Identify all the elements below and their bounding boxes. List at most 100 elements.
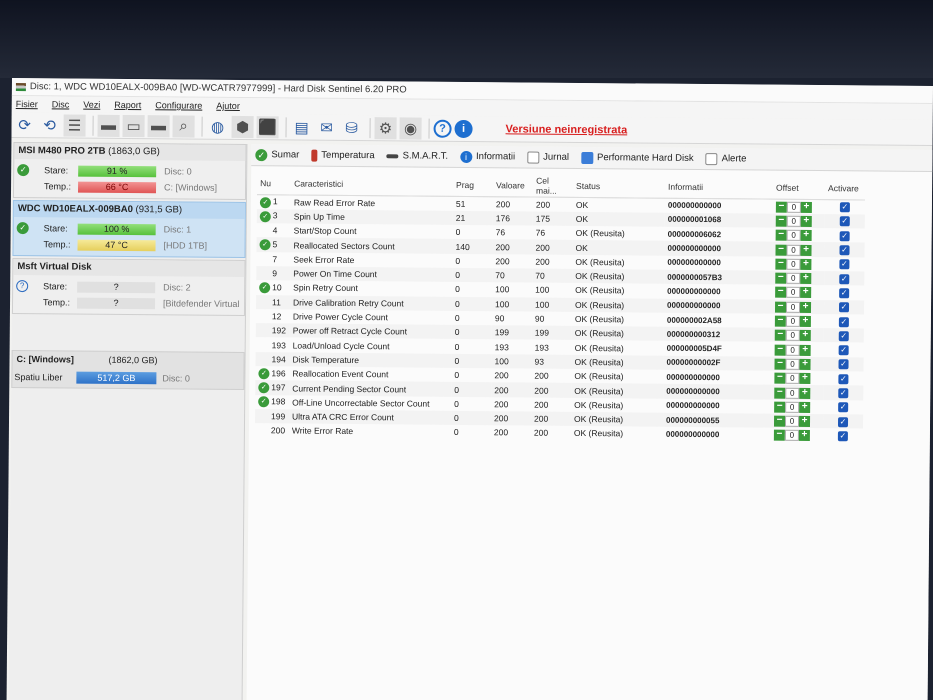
minus-button[interactable]: − [774, 358, 786, 370]
col-offset[interactable]: Offset [772, 176, 826, 200]
col-valoare[interactable]: Valoare [492, 174, 534, 198]
activare-checkbox[interactable]: ✓ [839, 202, 850, 213]
offset-value[interactable]: 0 [786, 230, 801, 242]
tab-smart[interactable]: S.M.A.R.T. [386, 150, 448, 162]
globe-icon[interactable]: ◍ [206, 115, 228, 137]
activare-checkbox[interactable]: ✓ [839, 273, 850, 284]
minus-button[interactable]: − [775, 243, 787, 256]
mail-icon[interactable]: ✉ [315, 116, 337, 138]
menu-raport[interactable]: Raport [114, 100, 141, 110]
offset-value[interactable]: 0 [786, 272, 801, 285]
activare-checkbox[interactable]: ✓ [839, 259, 850, 270]
tab-sumar[interactable]: ✓ Sumar [255, 148, 299, 161]
col-cel-mai[interactable]: Cel mai... [532, 174, 574, 198]
offset-value[interactable]: 0 [785, 315, 800, 327]
offset-value[interactable]: 0 [784, 415, 800, 427]
plus-button[interactable]: + [798, 429, 810, 442]
activare-checkbox[interactable]: ✓ [839, 230, 850, 242]
minus-button[interactable]: − [775, 286, 787, 299]
refresh-icon[interactable]: ⟳ [13, 114, 35, 136]
menu-ajutor[interactable]: Ajutor [216, 101, 240, 111]
col-prag[interactable]: Prag [452, 173, 494, 197]
plus-button[interactable]: + [799, 358, 811, 370]
col-status[interactable]: Status [572, 174, 666, 199]
plus-button[interactable]: + [800, 201, 812, 213]
activare-checkbox[interactable]: ✓ [839, 216, 850, 227]
minus-button[interactable]: − [774, 315, 786, 327]
minus-button[interactable]: − [774, 386, 786, 399]
minus-button[interactable]: − [774, 372, 786, 384]
info-icon[interactable]: i [454, 119, 473, 138]
plus-button[interactable]: + [799, 372, 811, 385]
disk-check-icon[interactable]: ▬ [147, 114, 170, 137]
unregistered-link[interactable]: Versiune neinregistrata [506, 123, 628, 136]
activare-checkbox[interactable]: ✓ [838, 331, 849, 342]
offset-value[interactable]: 0 [784, 430, 799, 442]
plus-button[interactable]: + [800, 258, 812, 270]
menu-vezi[interactable]: Vezi [83, 100, 100, 110]
minus-button[interactable]: − [775, 272, 787, 284]
plus-button[interactable]: + [800, 229, 812, 242]
list-icon[interactable]: ☰ [63, 113, 86, 137]
col-informatii[interactable]: Informatii [664, 175, 774, 200]
plus-button[interactable]: + [799, 386, 811, 399]
partition-item[interactable]: C: [Windows] (1862,0 GB) Spatiu Liber 51… [11, 350, 245, 391]
plus-button[interactable]: + [800, 243, 812, 256]
tab-jurnal[interactable]: Jurnal [527, 150, 569, 164]
help-icon[interactable]: ? [433, 119, 452, 138]
minus-button[interactable]: − [774, 343, 786, 356]
minus-button[interactable]: − [774, 300, 787, 313]
offset-value[interactable]: 0 [785, 372, 800, 385]
box-icon[interactable]: ⬛ [256, 115, 279, 138]
network-icon[interactable]: ⛁ [340, 116, 362, 138]
minus-button[interactable]: − [775, 201, 787, 213]
tab-performante[interactable]: Performante Hard Disk [580, 151, 694, 164]
offset-value[interactable]: 0 [786, 287, 801, 299]
report-icon[interactable]: ▤ [290, 116, 312, 138]
gear-icon[interactable]: ⚙ [374, 116, 397, 139]
surface-test-icon[interactable]: ▭ [122, 114, 145, 137]
menu-fisier[interactable]: Fisier [16, 99, 38, 109]
activare-checkbox[interactable]: ✓ [838, 345, 849, 356]
disk-item[interactable]: Msft Virtual Disk ? Stare: ? Disc: 2 Tem… [11, 258, 246, 317]
tab-temperatura[interactable]: Temperatura [311, 149, 375, 162]
offset-value[interactable]: 0 [785, 358, 800, 370]
plus-button[interactable]: + [799, 301, 812, 313]
offset-value[interactable]: 0 [785, 330, 800, 342]
menu-disc[interactable]: Disc [52, 99, 70, 109]
offset-value[interactable]: 0 [785, 401, 800, 413]
plus-button[interactable]: + [800, 286, 812, 299]
plus-button[interactable]: + [799, 329, 811, 342]
activare-checkbox[interactable]: ✓ [837, 416, 849, 427]
cube-icon[interactable]: ⬢ [231, 115, 254, 138]
disk-item[interactable]: MSI M480 PRO 2TB (1863,0 GB) ✓ Stare: 91… [12, 142, 247, 201]
disk-item-selected[interactable]: WDC WD10EALX-009BA0 (931,5 GB) ✓ Stare: … [12, 200, 246, 259]
activare-checkbox[interactable]: ✓ [838, 359, 849, 370]
minus-button[interactable]: − [773, 429, 785, 442]
plus-button[interactable]: + [799, 401, 811, 413]
offset-value[interactable]: 0 [785, 344, 800, 356]
activare-checkbox[interactable]: ✓ [838, 402, 849, 413]
col-nu[interactable]: Nu [256, 172, 292, 195]
activare-checkbox[interactable]: ✓ [839, 245, 850, 256]
disk-test-icon[interactable]: ▬ [97, 114, 120, 137]
minus-button[interactable]: − [774, 329, 786, 342]
minus-button[interactable]: − [773, 415, 786, 427]
activare-checkbox[interactable]: ✓ [838, 316, 849, 327]
activare-checkbox[interactable]: ✓ [839, 288, 850, 299]
activare-checkbox[interactable]: ✓ [838, 388, 849, 399]
minus-button[interactable]: − [774, 400, 786, 413]
plus-button[interactable]: + [799, 344, 811, 356]
disk-search-icon[interactable]: ⌕ [172, 114, 195, 138]
minus-button[interactable]: − [775, 229, 787, 242]
plus-button[interactable]: + [798, 415, 811, 428]
activare-checkbox[interactable]: ✓ [838, 302, 850, 313]
refresh-all-icon[interactable]: ⟲ [38, 114, 60, 136]
plus-button[interactable]: + [799, 315, 811, 327]
tab-informatii[interactable]: i Informatii [460, 150, 515, 163]
minus-button[interactable]: − [775, 258, 787, 270]
offset-value[interactable]: 0 [786, 244, 801, 256]
offset-value[interactable]: 0 [785, 301, 801, 313]
activare-checkbox[interactable]: ✓ [838, 373, 849, 385]
activare-checkbox[interactable]: ✓ [837, 431, 848, 442]
